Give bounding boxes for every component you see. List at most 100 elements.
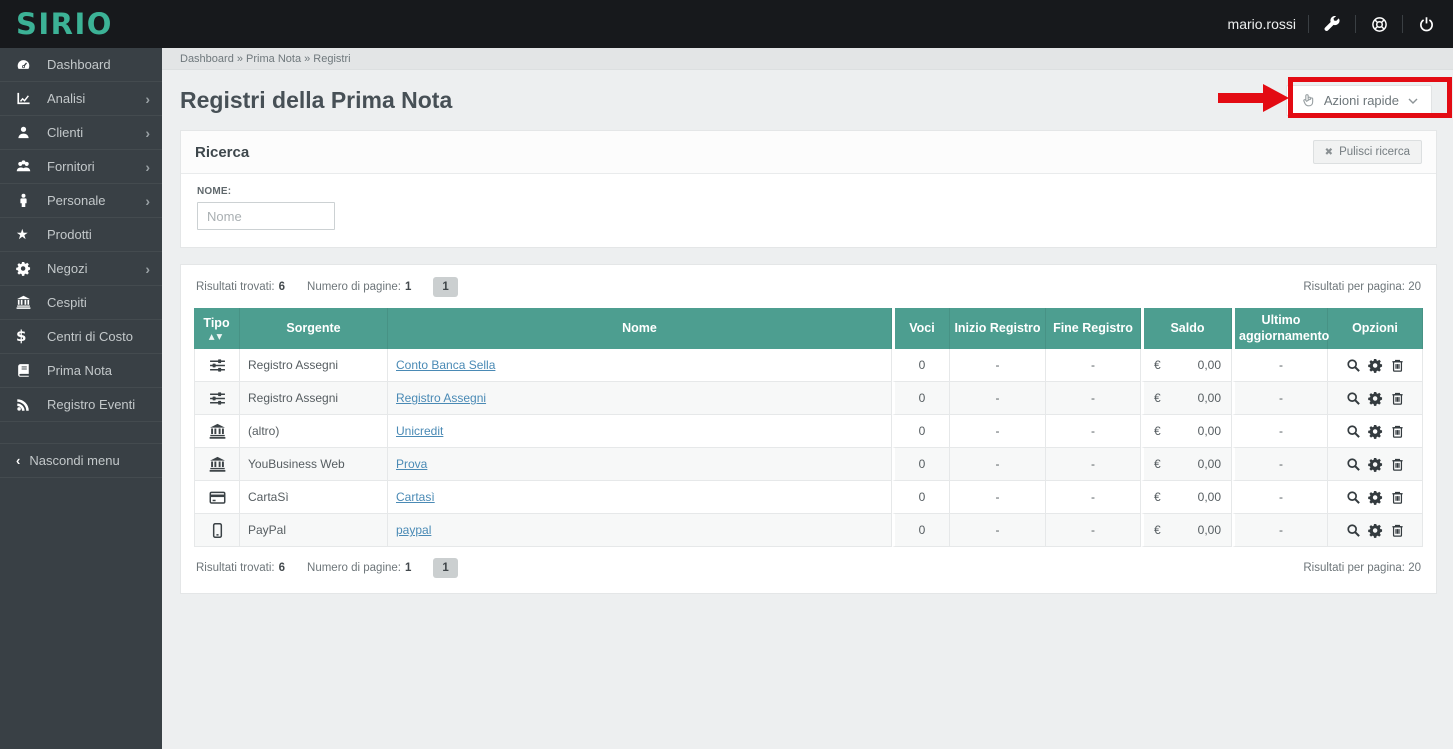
book-icon [16, 363, 40, 378]
sidebar-item-fornitori[interactable]: Fornitori › [0, 150, 162, 184]
register-link[interactable]: Unicredit [396, 424, 443, 438]
chevron-right-icon: › [145, 192, 150, 209]
page-number-badge[interactable]: 1 [433, 558, 458, 579]
row-voci: 0 [892, 349, 950, 383]
table-row: Registro Assegni Conto Banca Sella 0 - -… [194, 349, 1423, 383]
row-saldo: €0,00 [1141, 448, 1232, 482]
help-ring-icon[interactable] [1368, 13, 1390, 35]
row-inizio: - [950, 481, 1046, 515]
bank-icon [209, 423, 226, 439]
gear-icon[interactable] [1367, 391, 1383, 406]
sidebar-item-registro-eventi[interactable]: Registro Eventi [0, 388, 162, 422]
trash-icon[interactable] [1390, 523, 1405, 538]
sliders-icon [209, 357, 226, 372]
search-icon[interactable] [1346, 523, 1361, 538]
sirio-logo[interactable]: SIRIO [0, 9, 162, 39]
row-type-cell [194, 349, 240, 383]
sidebar-item-analisi[interactable]: Analisi › [0, 82, 162, 116]
gear-icon[interactable] [1367, 523, 1383, 538]
row-type-cell [194, 382, 240, 416]
register-link[interactable]: Registro Assegni [396, 391, 486, 405]
register-link[interactable]: Conto Banca Sella [396, 358, 495, 372]
row-options [1328, 382, 1423, 416]
row-inizio: - [950, 415, 1046, 449]
sidebar-item-prodotti[interactable]: ★ Prodotti [0, 218, 162, 252]
sidebar-item-dashboard[interactable]: Dashboard [0, 48, 162, 82]
search-icon[interactable] [1346, 490, 1361, 505]
trash-icon[interactable] [1390, 391, 1405, 406]
title-row: Registri della Prima Nota Azioni rapide [162, 70, 1453, 130]
table-header-row: Tipo ▲▼ Sorgente Nome Voci Inizio Regist… [194, 308, 1423, 350]
search-icon[interactable] [1346, 424, 1361, 439]
topbar-user-area: mario.rossi [1228, 13, 1453, 35]
clear-search-button[interactable]: ✖ Pulisci ricerca [1312, 140, 1422, 164]
gear-icon[interactable] [1367, 424, 1383, 439]
sidebar-item-centri-di-costo[interactable]: $ Centri di Costo [0, 320, 162, 354]
name-search-input[interactable] [197, 202, 335, 230]
sidebar-item-prima-nota[interactable]: Prima Nota [0, 354, 162, 388]
results-panel: Risultati trovati: 6 Numero di pagine: 1 1… [180, 264, 1437, 595]
row-voci: 0 [892, 415, 950, 449]
row-sorgente: CartaSì [240, 481, 388, 515]
results-summary-top: Risultati trovati: 6 Numero di pagine: 1 1… [196, 277, 1421, 297]
row-options [1328, 481, 1423, 515]
row-sorgente: YouBusiness Web [240, 448, 388, 482]
sidebar-item-label: Prodotti [47, 227, 92, 242]
row-inizio: - [950, 514, 1046, 548]
column-header-fine-registro: Fine Registro [1046, 308, 1141, 350]
results-found: Risultati trovati: 6 [196, 281, 286, 293]
sidebar-item-cespiti[interactable]: Cespiti [0, 286, 162, 320]
rss-icon [16, 397, 40, 412]
trash-icon[interactable] [1390, 424, 1405, 439]
trash-icon[interactable] [1390, 457, 1405, 472]
sidebar-collapse-button[interactable]: ‹ Nascondi menu [0, 444, 162, 478]
sidebar-item-label: Registro Eventi [47, 397, 136, 412]
sidebar-item-label: Centri di Costo [47, 329, 133, 344]
register-link[interactable]: Prova [396, 457, 427, 471]
sidebar-collapse-label: Nascondi menu [29, 453, 120, 468]
main-content: Dashboard » Prima Nota » Registri Regist… [162, 48, 1453, 749]
gear-icon[interactable] [1367, 457, 1383, 472]
row-inizio: - [950, 382, 1046, 416]
chevron-left-icon: ‹ [16, 453, 21, 468]
page-title: Registri della Prima Nota [180, 87, 453, 113]
row-options [1328, 415, 1423, 449]
trash-icon[interactable] [1390, 358, 1405, 373]
table-row: (altro) Unicredit 0 - - €0,00 - [194, 415, 1423, 449]
gear-icon[interactable] [1367, 358, 1383, 373]
registers-table: Tipo ▲▼ Sorgente Nome Voci Inizio Regist… [194, 308, 1423, 548]
row-fine: - [1046, 415, 1141, 449]
sidebar-spacer [0, 422, 162, 444]
gear-icon [16, 261, 40, 276]
results-per-page: Risultati per pagina: 20 [1303, 562, 1421, 575]
trash-icon[interactable] [1390, 490, 1405, 505]
sidebar-item-negozi[interactable]: Negozi › [0, 252, 162, 286]
register-link[interactable]: Cartasì [396, 490, 435, 504]
quick-actions-label: Azioni rapide [1323, 93, 1399, 108]
row-ultimo: - [1232, 415, 1328, 449]
search-icon[interactable] [1346, 358, 1361, 373]
row-type-cell [194, 481, 240, 515]
row-ultimo: - [1232, 481, 1328, 515]
username[interactable]: mario.rossi [1228, 16, 1296, 32]
quick-actions-button[interactable]: Azioni rapide [1285, 85, 1432, 116]
register-link[interactable]: paypal [396, 523, 431, 537]
column-header-voci: Voci [892, 308, 950, 350]
hand-pointer-icon [1303, 94, 1314, 107]
sidebar-item-personale[interactable]: Personale › [0, 184, 162, 218]
wrench-icon[interactable] [1321, 13, 1343, 35]
page-number-badge[interactable]: 1 [433, 277, 458, 297]
search-icon[interactable] [1346, 391, 1361, 406]
sidebar-item-clienti[interactable]: Clienti › [0, 116, 162, 150]
search-icon[interactable] [1346, 457, 1361, 472]
gear-icon[interactable] [1367, 490, 1383, 505]
sidebar-item-label: Dashboard [47, 57, 111, 72]
column-header-tipo[interactable]: Tipo ▲▼ [194, 308, 240, 350]
row-nome: Unicredit [388, 415, 892, 449]
users-icon [16, 159, 40, 174]
power-icon[interactable] [1415, 13, 1437, 35]
row-ultimo: - [1232, 448, 1328, 482]
sort-icons[interactable]: ▲▼ [198, 332, 235, 341]
dashboard-icon [16, 57, 40, 72]
column-header-ultimo-aggiornamento: Ultimo aggiornamento [1232, 308, 1329, 350]
